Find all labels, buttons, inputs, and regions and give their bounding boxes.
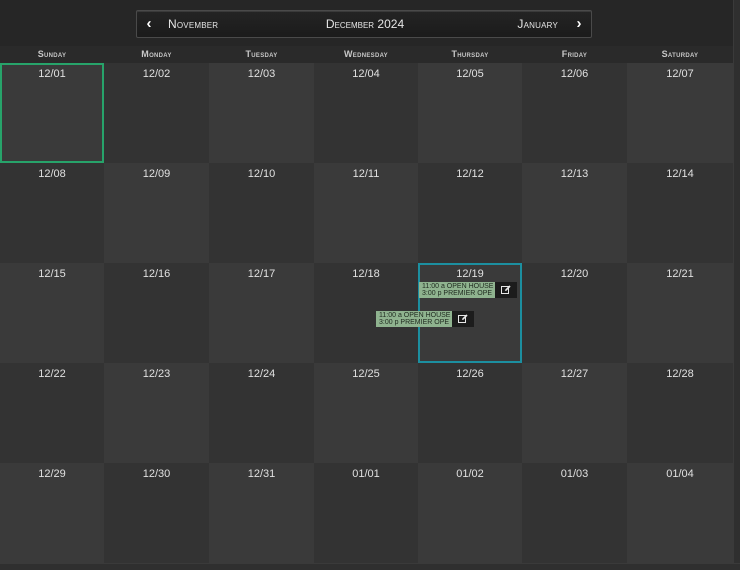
day-cell[interactable]: 12/20 [522,263,627,363]
day-cell[interactable]: 12/11 [314,163,418,263]
day-cell[interactable]: 12/10 [209,163,314,263]
bottom-frame [0,563,740,570]
day-cell[interactable]: 12/12 [418,163,522,263]
day-cell[interactable]: 12/27 [522,363,627,463]
day-number: 12/21 [666,268,694,280]
weekday-friday: Friday [561,49,588,59]
day-cell[interactable]: 12/23 [104,363,209,463]
day-cell[interactable]: 12/24 [209,363,314,463]
weekday-saturday: Saturday [661,49,699,59]
day-cell[interactable]: 01/02 [418,463,522,563]
day-number: 12/22 [38,368,66,380]
day-number: 12/06 [560,68,589,80]
day-number: 01/02 [456,468,484,480]
weekday-tuesday: Tuesday [245,49,278,59]
event-line-2: 3:00 p PREMIER OPE [422,290,493,297]
weekday-header: Sunday Monday Tuesday Wednesday Thursday Frid… [0,46,733,64]
weekday-wednesday: Wednesday [344,49,388,59]
prev-month-button[interactable]: November [168,11,218,37]
day-cell[interactable]: 12/28 [627,363,733,463]
day-number: 12/27 [560,368,589,380]
day-number: 12/03 [247,68,276,80]
day-cell[interactable]: 12/25 [314,363,418,463]
day-number: 12/19 [456,268,484,280]
day-cell[interactable]: 12/15 [0,263,104,363]
day-cell[interactable]: 12/22 [0,363,104,463]
day-number: 12/17 [247,268,276,280]
edit-icon[interactable] [452,311,474,327]
day-number: 12/07 [666,68,694,80]
month-navigator: ‹ November December 2024 January › [136,10,592,38]
day-cell[interactable]: 12/26 [418,363,522,463]
weekday-thursday: Thursday [451,49,489,59]
day-cell[interactable]: 12/06 [522,63,627,163]
day-cell[interactable]: 12/02 [104,63,209,163]
day-number: 12/09 [142,168,171,180]
next-month-arrow-icon[interactable]: › [570,11,588,37]
day-cell[interactable]: 12/30 [104,463,209,563]
day-number: 12/11 [352,168,380,180]
next-month-button[interactable]: January [517,11,558,37]
current-month-title: December 2024 [325,17,405,31]
event-summary[interactable]: 11:00 a OPEN HOUSE 3:00 p PREMIER OPE [419,282,495,298]
event-line-1: 11:00 a OPEN HOUSE [379,312,451,319]
prev-month-arrow-icon[interactable]: ‹ [140,11,158,37]
day-cell[interactable]: 12/29 [0,463,104,563]
day-number: 12/26 [456,368,484,380]
calendar-event[interactable]: 11:00 a OPEN HOUSE 3:00 p PREMIER OPE [376,311,474,327]
day-number: 12/20 [560,268,589,280]
day-number: 12/25 [352,368,380,380]
day-cell[interactable]: 12/01 [0,63,104,163]
day-number: 12/29 [38,468,66,480]
day-number: 12/14 [666,168,694,180]
day-number: 01/01 [352,468,380,480]
weekday-sunday: Sunday [37,49,67,59]
edit-icon[interactable] [495,282,517,298]
day-cell[interactable]: 12/08 [0,163,104,263]
day-cell[interactable]: 12/03 [209,63,314,163]
event-line-1: 11:00 a OPEN HOUSE [422,283,494,290]
day-number: 12/01 [38,68,66,80]
day-number: 12/30 [142,468,171,480]
day-number: 12/05 [456,68,484,80]
day-cell[interactable]: 12/04 [314,63,418,163]
day-cell[interactable]: 12/31 [209,463,314,563]
month-grid: 12/01 12/02 12/03 12/04 12/05 12/06 12/07 12/08… [0,63,733,563]
day-cell[interactable]: 12/05 [418,63,522,163]
day-cell[interactable]: 12/21 [627,263,733,363]
day-number: 12/10 [247,168,276,180]
day-cell[interactable]: 01/04 [627,463,733,563]
day-number: 01/04 [666,468,694,480]
day-cell[interactable]: 12/14 [627,163,733,263]
day-number: 12/23 [142,368,171,380]
day-number: 12/18 [352,268,380,280]
day-cell[interactable]: 12/09 [104,163,209,263]
day-cell[interactable]: 01/03 [522,463,627,563]
day-number: 12/08 [38,168,66,180]
vertical-scrollbar[interactable] [733,0,740,570]
day-cell[interactable]: 12/07 [627,63,733,163]
day-cell[interactable]: 12/17 [209,263,314,363]
day-number: 12/28 [666,368,694,380]
calendar-toolbar: ‹ November December 2024 January › [0,0,740,47]
weekday-monday: Monday [141,49,172,59]
day-number: 12/12 [456,168,484,180]
day-cell[interactable]: 12/13 [522,163,627,263]
day-number: 12/15 [38,268,66,280]
day-number: 12/04 [352,68,380,80]
day-number: 12/31 [247,468,276,480]
day-number: 12/24 [247,368,276,380]
day-number: 12/13 [560,168,589,180]
day-cell[interactable]: 12/16 [104,263,209,363]
day-number: 12/02 [142,68,171,80]
event-summary[interactable]: 11:00 a OPEN HOUSE 3:00 p PREMIER OPE [376,311,452,327]
day-cell[interactable]: 01/01 [314,463,418,563]
day-number: 12/16 [142,268,171,280]
calendar-event[interactable]: 11:00 a OPEN HOUSE 3:00 p PREMIER OPE [419,282,517,298]
event-line-2: 3:00 p PREMIER OPE [379,319,450,326]
day-number: 01/03 [560,468,589,480]
